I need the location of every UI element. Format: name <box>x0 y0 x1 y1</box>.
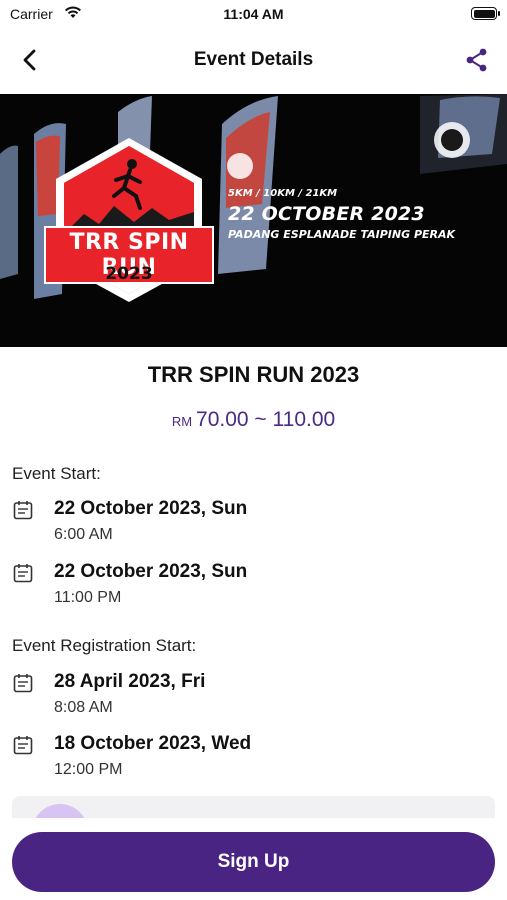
bottom-action-bar: Sign Up <box>0 818 507 900</box>
registration-start-time: 8:08 AM <box>54 699 113 716</box>
event-logo-badge: TRR SPIN RUN 2023 <box>44 134 214 304</box>
event-end-time: 11:00 PM <box>54 589 122 606</box>
registration-end-date: 18 October 2023, Wed <box>54 733 252 754</box>
event-banner-image: TRR SPIN RUN 2023 5KM / 10KM / 21KM 22 O… <box>0 94 507 347</box>
event-start-label: Event Start: <box>12 464 101 483</box>
banner-date: 22 OCTOBER 2023 <box>228 203 425 225</box>
event-start-time: 6:00 AM <box>54 526 113 543</box>
share-icon[interactable] <box>463 46 491 74</box>
sign-up-button[interactable]: Sign Up <box>12 832 495 892</box>
registration-end-item: 18 October 2023, Wed 12:00 PM <box>12 733 492 785</box>
registration-end-time: 12:00 PM <box>54 761 123 778</box>
registration-start-label: Event Registration Start: <box>12 636 197 655</box>
registration-start-item: 28 April 2023, Fri 8:08 AM <box>12 671 492 723</box>
price-value: 70.00 ~ 110.00 <box>196 408 336 431</box>
registration-start-date: 28 April 2023, Fri <box>54 671 206 692</box>
page-title: Event Details <box>193 49 314 70</box>
battery-icon <box>471 7 500 20</box>
status-bar: Carrier 11:04 AM <box>0 0 507 30</box>
event-title: TRR SPIN RUN 2023 <box>147 362 360 387</box>
banner-distances: 5KM / 10KM / 21KM <box>228 188 338 199</box>
badge-year: 2023 <box>105 264 153 284</box>
event-end-item: 22 October 2023, Sun 11:00 PM <box>12 561 492 613</box>
price-currency: RM <box>171 414 193 429</box>
event-start-item: 22 October 2023, Sun 6:00 AM <box>12 498 492 550</box>
banner-venue: PADANG ESPLANADE TAIPING PERAK <box>228 228 456 241</box>
event-end-date: 22 October 2023, Sun <box>54 561 248 582</box>
price-range: RM 70.00 ~ 110.00 <box>0 408 507 432</box>
event-start-date: 22 October 2023, Sun <box>54 498 248 519</box>
calendar-icon <box>12 499 34 521</box>
calendar-icon <box>12 672 34 694</box>
navigation-bar: Event Details <box>0 30 507 94</box>
calendar-icon <box>12 734 34 756</box>
clock: 11:04 AM <box>223 6 284 22</box>
calendar-icon <box>12 562 34 584</box>
banner-info: 5KM / 10KM / 21KM 22 OCTOBER 2023 PADANG… <box>228 188 455 241</box>
